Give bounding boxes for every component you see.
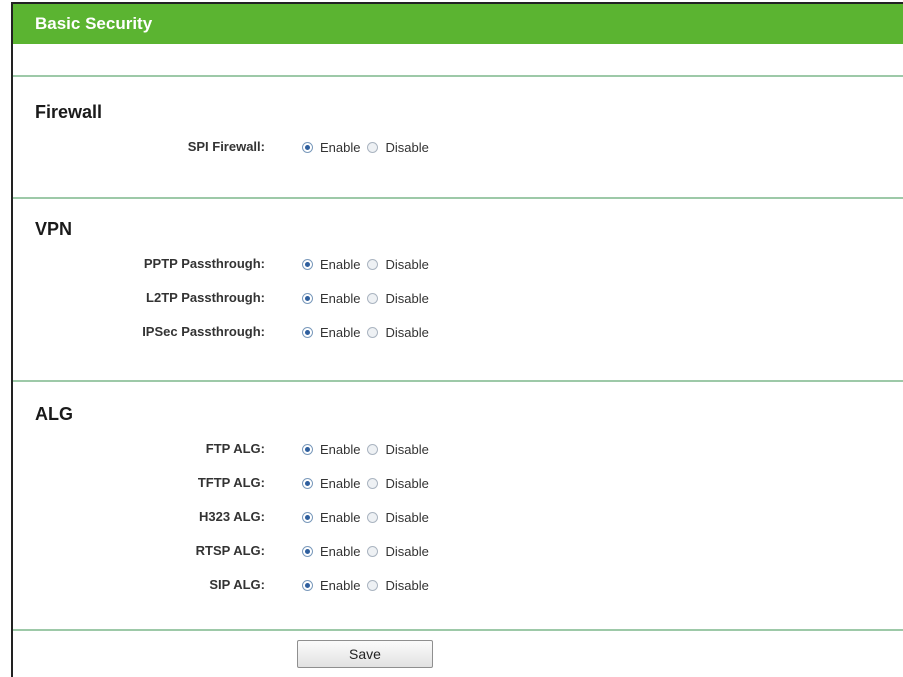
save-button[interactable]: Save [297, 640, 433, 668]
h323-alg-disable-radio[interactable] [367, 511, 379, 523]
sip-alg-enable-radio[interactable] [302, 579, 313, 591]
tftp-alg-enable-radio[interactable] [302, 477, 313, 489]
disable-option-label: Disable [385, 441, 429, 457]
h323-alg-radio-group: Enable Disable [302, 509, 436, 525]
title-bar: Basic Security [13, 4, 903, 44]
l2tp-passthrough-label: L2TP Passthrough: [146, 290, 265, 305]
disable-option-label: Disable [385, 324, 429, 340]
section-title-firewall: Firewall [35, 102, 103, 122]
tftp-alg-disable-radio[interactable] [367, 477, 379, 489]
disable-option-label: Disable [385, 139, 429, 155]
spi-firewall-label: SPI Firewall: [187, 139, 265, 154]
pptp-passthrough-disable-radio[interactable] [367, 258, 379, 270]
spi-firewall-radio-group: Enable Disable [302, 139, 436, 155]
disable-option-label: Disable [385, 509, 429, 525]
ftp-alg-disable-radio[interactable] [367, 443, 379, 455]
enable-option-label: Enable [320, 256, 361, 272]
disable-option-label: Disable [385, 290, 429, 306]
spi-firewall-enable-radio[interactable] [302, 141, 313, 153]
pptp-passthrough-label: PPTP Passthrough: [143, 256, 265, 271]
section-title-vpn: VPN [35, 219, 73, 239]
sip-alg-radio-group: Enable Disable [302, 577, 436, 593]
h323-alg-label: H323 ALG: [199, 509, 265, 524]
enable-option-label: Enable [320, 139, 361, 155]
ftp-alg-label: FTP ALG: [205, 441, 265, 456]
divider [13, 380, 903, 382]
l2tp-passthrough-disable-radio[interactable] [367, 292, 379, 304]
enable-option-label: Enable [320, 441, 361, 457]
page-title: Basic Security [35, 14, 153, 33]
ftp-alg-radio-group: Enable Disable [302, 441, 436, 457]
ipsec-passthrough-enable-radio[interactable] [302, 326, 313, 338]
disable-option-label: Disable [385, 577, 429, 593]
sip-alg-label: SIP ALG: [209, 577, 265, 592]
rtsp-alg-disable-radio[interactable] [367, 545, 379, 557]
pptp-passthrough-enable-radio[interactable] [302, 258, 313, 270]
pptp-passthrough-radio-group: Enable Disable [302, 256, 436, 272]
rtsp-alg-radio-group: Enable Disable [302, 543, 436, 559]
rtsp-alg-enable-radio[interactable] [302, 545, 313, 557]
sip-alg-disable-radio[interactable] [367, 579, 379, 591]
ipsec-passthrough-radio-group: Enable Disable [302, 324, 436, 340]
rtsp-alg-label: RTSP ALG: [195, 543, 265, 558]
tftp-alg-radio-group: Enable Disable [302, 475, 436, 491]
disable-option-label: Disable [385, 475, 429, 491]
l2tp-passthrough-enable-radio[interactable] [302, 292, 313, 304]
spi-firewall-disable-radio[interactable] [367, 141, 379, 153]
enable-option-label: Enable [320, 577, 361, 593]
l2tp-passthrough-radio-group: Enable Disable [302, 290, 436, 306]
divider [13, 629, 903, 631]
disable-option-label: Disable [385, 543, 429, 559]
tftp-alg-label: TFTP ALG: [197, 475, 265, 490]
enable-option-label: Enable [320, 475, 361, 491]
divider [13, 197, 903, 199]
ipsec-passthrough-label: IPSec Passthrough: [142, 324, 265, 339]
enable-option-label: Enable [320, 324, 361, 340]
ipsec-passthrough-disable-radio[interactable] [367, 326, 379, 338]
enable-option-label: Enable [320, 509, 361, 525]
h323-alg-enable-radio[interactable] [302, 511, 313, 523]
disable-option-label: Disable [385, 256, 429, 272]
enable-option-label: Enable [320, 543, 361, 559]
enable-option-label: Enable [320, 290, 361, 306]
divider [13, 75, 903, 77]
ftp-alg-enable-radio[interactable] [302, 443, 313, 455]
section-title-alg: ALG [35, 404, 73, 424]
content-frame: Basic Security Firewall SPI Firewall: En… [11, 2, 903, 677]
